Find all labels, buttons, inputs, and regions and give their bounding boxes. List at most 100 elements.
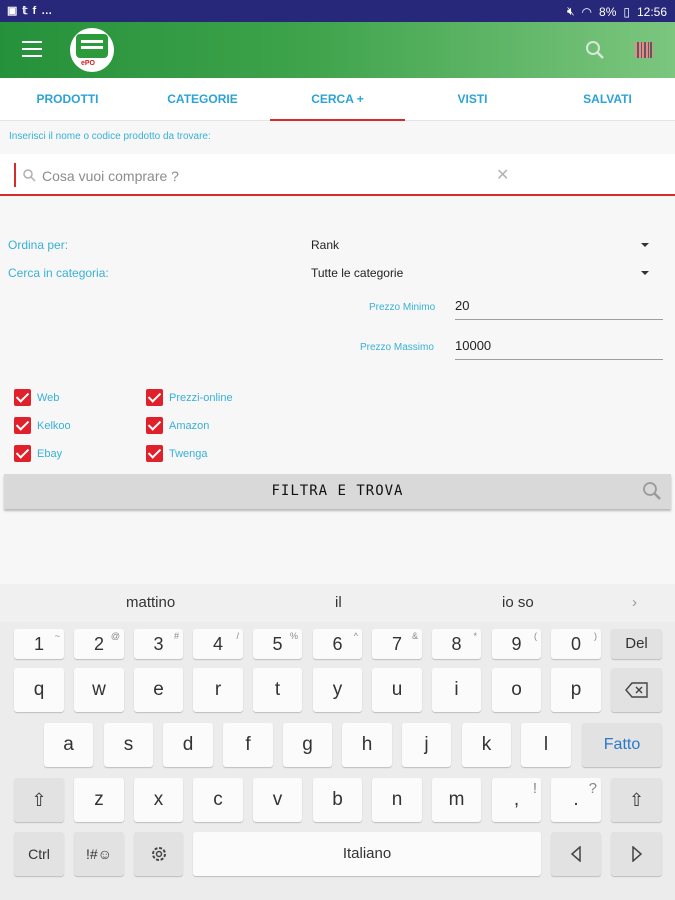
- checkbox-checked-icon: [146, 417, 163, 434]
- battery-icon: ▯: [623, 4, 630, 19]
- category-label: Cerca in categoria:: [8, 266, 109, 280]
- key-r[interactable]: r: [193, 668, 243, 712]
- suggestion-2[interactable]: il: [335, 594, 342, 611]
- key-0[interactable]: 0): [551, 629, 601, 659]
- checkbox-checked-icon: [146, 445, 163, 462]
- hamburger-menu-icon[interactable]: [22, 41, 42, 57]
- key-7[interactable]: 7 &: [372, 629, 422, 659]
- key-m[interactable]: m: [432, 778, 481, 822]
- search-placeholder: Cosa vuoi comprare ?: [42, 168, 179, 184]
- key-3[interactable]: 3 #: [134, 629, 183, 659]
- key-l[interactable]: l: [521, 723, 571, 767]
- key-u[interactable]: u: [372, 668, 422, 712]
- tab-visti[interactable]: VISTI: [405, 78, 540, 120]
- suggestion-3[interactable]: io so: [502, 594, 534, 611]
- key-2[interactable]: 2 @: [74, 629, 124, 659]
- key-y[interactable]: y: [313, 668, 362, 712]
- symbols-key[interactable]: !#☺: [74, 832, 124, 876]
- checkbox-checked-icon: [14, 389, 31, 406]
- shift-icon[interactable]: ⇧: [611, 778, 662, 822]
- chevron-right-icon[interactable]: ›: [632, 594, 637, 611]
- backspace-icon[interactable]: [611, 668, 662, 712]
- settings-gear-icon[interactable]: [134, 832, 183, 876]
- wifi-icon: ◠: [581, 4, 593, 19]
- key-p[interactable]: p: [551, 668, 601, 712]
- order-select[interactable]: Rank: [311, 238, 339, 252]
- source-checkbox-prezzi-online[interactable]: Prezzi-online: [146, 389, 233, 406]
- battery-text: 8%: [599, 4, 617, 19]
- image-notification-icon: ▣: [7, 5, 18, 17]
- arrow-left-icon[interactable]: [551, 832, 601, 876]
- key-w[interactable]: w: [74, 668, 124, 712]
- tab-salvati[interactable]: SALVATI: [540, 78, 675, 120]
- facebook-notification-icon: f: [32, 4, 37, 17]
- key-t[interactable]: t: [253, 668, 302, 712]
- key-o[interactable]: o: [492, 668, 541, 712]
- app-bar: ePO: [0, 22, 675, 78]
- key-v[interactable]: v: [253, 778, 302, 822]
- clear-icon[interactable]: ✕: [496, 165, 509, 185]
- key-a[interactable]: a: [44, 723, 93, 767]
- max-price-label: Prezzo Massimo: [360, 342, 434, 353]
- min-price-input[interactable]: 20: [455, 298, 663, 320]
- search-icon: [23, 169, 36, 182]
- filter-search-button[interactable]: FILTRA E TROVA: [4, 474, 671, 509]
- key-1[interactable]: 1 ~: [14, 629, 64, 659]
- source-checkbox-kelkoo[interactable]: Kelkoo: [14, 417, 71, 434]
- key-q[interactable]: q: [14, 668, 64, 712]
- source-checkbox-web[interactable]: Web: [14, 389, 59, 406]
- arrow-right-icon[interactable]: [611, 832, 662, 876]
- chevron-down-icon[interactable]: [641, 271, 649, 275]
- max-price-input[interactable]: 10000: [455, 338, 663, 360]
- tab-prodotti[interactable]: PRODOTTI: [0, 78, 135, 120]
- key-g[interactable]: g: [283, 723, 332, 767]
- delete-button[interactable]: Del: [611, 629, 662, 659]
- tab-categorie[interactable]: CATEGORIE: [135, 78, 270, 120]
- key-comma[interactable]: ,!: [492, 778, 541, 822]
- key-f[interactable]: f: [223, 723, 273, 767]
- shift-icon[interactable]: ⇧: [14, 778, 64, 822]
- key-period[interactable]: .?: [551, 778, 601, 822]
- order-label: Ordina per:: [8, 238, 69, 252]
- source-checkbox-ebay[interactable]: Ebay: [14, 445, 62, 462]
- source-checkbox-twenga[interactable]: Twenga: [146, 445, 208, 462]
- key-c[interactable]: c: [193, 778, 243, 822]
- key-x[interactable]: x: [134, 778, 183, 822]
- search-icon: [643, 482, 661, 500]
- done-button[interactable]: Fatto: [582, 723, 662, 767]
- category-select[interactable]: Tutte le categorie: [311, 266, 403, 280]
- barcode-icon[interactable]: [633, 39, 655, 61]
- key-i[interactable]: i: [432, 668, 481, 712]
- key-6[interactable]: 6 ^: [313, 629, 362, 659]
- mute-icon: 🔇︎: [566, 4, 575, 18]
- suggestion-1[interactable]: mattino: [126, 594, 175, 611]
- key-d[interactable]: d: [163, 723, 213, 767]
- key-k[interactable]: k: [462, 723, 511, 767]
- key-b[interactable]: b: [313, 778, 362, 822]
- checkbox-checked-icon: [14, 445, 31, 462]
- key-s[interactable]: s: [104, 723, 153, 767]
- key-e[interactable]: e: [134, 668, 183, 712]
- key-j[interactable]: j: [402, 723, 451, 767]
- key-n[interactable]: n: [372, 778, 422, 822]
- key-8[interactable]: 8 *: [432, 629, 481, 659]
- tab-cerca[interactable]: CERCA +: [270, 78, 405, 121]
- key-z[interactable]: z: [74, 778, 124, 822]
- key-9[interactable]: 9(: [492, 629, 541, 659]
- key-h[interactable]: h: [342, 723, 392, 767]
- checkbox-checked-icon: [14, 417, 31, 434]
- chevron-down-icon[interactable]: [641, 243, 649, 247]
- search-hint: Inserisci il nome o codice prodotto da t…: [9, 131, 211, 142]
- ctrl-key[interactable]: Ctrl: [14, 832, 64, 876]
- key-4[interactable]: 4/: [193, 629, 243, 659]
- key-5[interactable]: 5%: [253, 629, 302, 659]
- app-logo: ePO: [70, 28, 114, 72]
- space-bar[interactable]: Italiano: [193, 832, 541, 876]
- source-checkbox-amazon[interactable]: Amazon: [146, 417, 209, 434]
- search-input[interactable]: Cosa vuoi comprare ? ✕: [0, 154, 675, 196]
- search-icon[interactable]: [584, 39, 606, 61]
- tab-bar: PRODOTTI CATEGORIE CERCA + VISTI SALVATI: [0, 78, 675, 121]
- text-cursor: [14, 163, 16, 187]
- more-notifications-icon: …: [41, 4, 53, 17]
- suggestion-bar: mattino il io so ›: [0, 584, 675, 622]
